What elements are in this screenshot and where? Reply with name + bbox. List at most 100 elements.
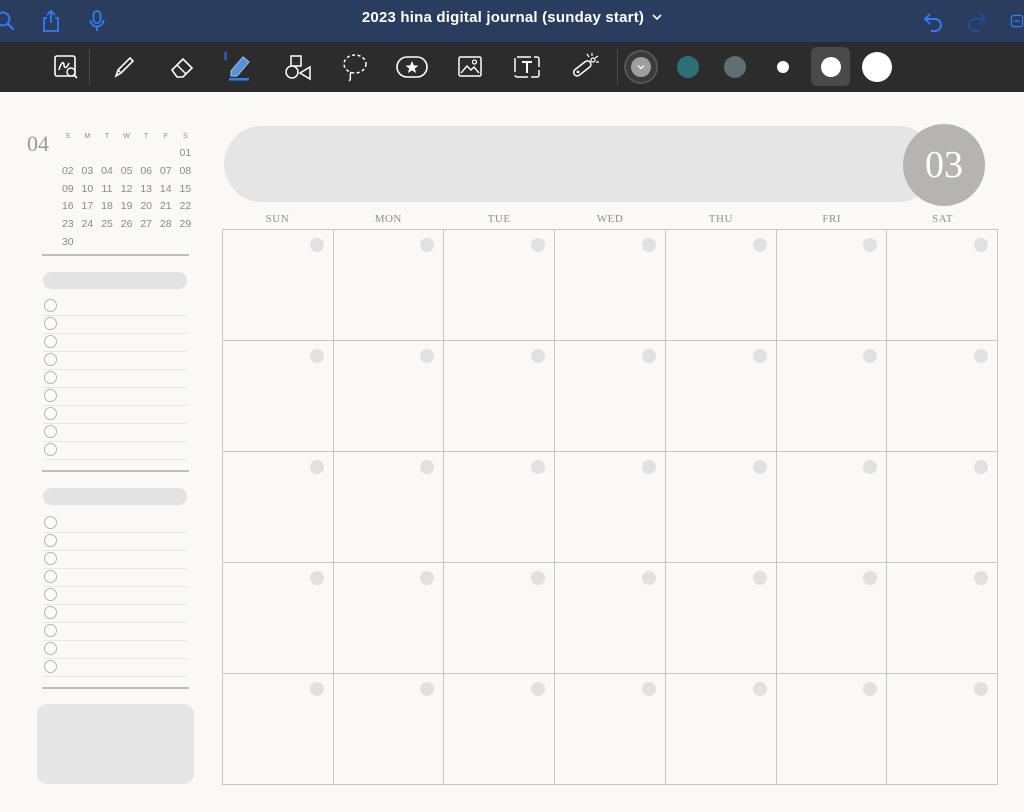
checkbox-circle[interactable]	[44, 642, 57, 655]
calendar-day-cell[interactable]	[555, 230, 666, 341]
calendar-day-cell[interactable]	[887, 230, 998, 341]
checklist-item[interactable]	[43, 568, 187, 587]
calendar-day-cell[interactable]	[887, 674, 998, 785]
stroke-size-small[interactable]	[766, 49, 800, 85]
image-icon[interactable]	[452, 49, 488, 85]
mini-day[interactable]: 22	[176, 198, 196, 216]
calendar-day-cell[interactable]	[887, 341, 998, 452]
checklist-item[interactable]	[43, 369, 187, 388]
checkbox-circle[interactable]	[44, 570, 57, 583]
stroke-size-large[interactable]	[858, 49, 896, 85]
mini-day[interactable]: 01	[176, 145, 196, 163]
calendar-day-cell[interactable]	[665, 341, 777, 452]
mini-day[interactable]: 30	[58, 234, 78, 252]
calendar-day-cell[interactable]	[776, 341, 888, 452]
checklist-item[interactable]	[43, 604, 187, 623]
eraser-icon[interactable]	[164, 49, 200, 85]
lasso-icon[interactable]	[337, 49, 373, 85]
checklist-item[interactable]	[43, 586, 187, 605]
mini-day[interactable]: 07	[156, 163, 176, 181]
checkbox-circle[interactable]	[44, 371, 57, 384]
calendar-day-cell[interactable]	[776, 563, 888, 674]
checklist-item[interactable]	[43, 514, 187, 533]
checkbox-circle[interactable]	[44, 552, 57, 565]
checklist-item[interactable]	[43, 622, 187, 641]
mini-day[interactable]: 27	[136, 216, 156, 234]
notes-box[interactable]	[37, 704, 194, 784]
mini-day[interactable]: 12	[117, 181, 137, 199]
mini-day[interactable]: 08	[176, 163, 196, 181]
checklist-item[interactable]	[43, 423, 187, 442]
redo-icon[interactable]	[965, 8, 991, 34]
checklist-item[interactable]	[43, 333, 187, 352]
color-swatch-teal[interactable]	[677, 56, 699, 78]
mini-day[interactable]: 29	[176, 216, 196, 234]
shapes-icon[interactable]	[280, 49, 316, 85]
checkbox-circle[interactable]	[44, 516, 57, 529]
calendar-day-cell[interactable]	[444, 563, 556, 674]
calendar-day-cell[interactable]	[333, 230, 445, 341]
color-picker-button[interactable]	[624, 50, 658, 84]
highlighter-icon[interactable]	[221, 49, 257, 85]
mini-day[interactable]: 15	[176, 181, 196, 199]
calendar-day-cell[interactable]	[776, 230, 888, 341]
calendar-day-cell[interactable]	[776, 674, 888, 785]
checkbox-circle[interactable]	[44, 299, 57, 312]
mini-day[interactable]: 28	[156, 216, 176, 234]
checklist-item[interactable]	[43, 351, 187, 370]
checkbox-circle[interactable]	[44, 606, 57, 619]
pen-icon[interactable]	[106, 49, 142, 85]
calendar-day-cell[interactable]	[444, 452, 556, 563]
zoom-window-icon[interactable]	[48, 49, 84, 85]
mini-day[interactable]: 05	[117, 163, 137, 181]
calendar-day-cell[interactable]	[444, 674, 556, 785]
checklist-item[interactable]	[43, 387, 187, 406]
calendar-day-cell[interactable]	[665, 230, 777, 341]
mini-day[interactable]: 19	[117, 198, 137, 216]
document-title-menu[interactable]: 2023 hina digital journal (sunday start)	[0, 0, 1024, 34]
checkbox-circle[interactable]	[44, 425, 57, 438]
mini-day[interactable]: 16	[58, 198, 78, 216]
calendar-day-cell[interactable]	[555, 452, 666, 563]
mini-day[interactable]: 09	[58, 181, 78, 199]
checkbox-circle[interactable]	[44, 588, 57, 601]
stroke-size-medium[interactable]	[811, 47, 850, 86]
mini-day[interactable]: 13	[136, 181, 156, 199]
checkbox-circle[interactable]	[44, 335, 57, 348]
calendar-day-cell[interactable]	[223, 341, 334, 452]
mini-day[interactable]: 23	[58, 216, 78, 234]
calendar-day-cell[interactable]	[665, 563, 777, 674]
calendar-day-cell[interactable]	[887, 452, 998, 563]
checklist-item[interactable]	[43, 640, 187, 659]
laser-pointer-icon[interactable]	[566, 49, 602, 85]
checklist-title-field[interactable]	[43, 272, 187, 289]
checklist-item[interactable]	[43, 441, 187, 460]
mini-day[interactable]: 10	[78, 181, 98, 199]
checklist-item[interactable]	[43, 532, 187, 551]
mini-day[interactable]: 21	[156, 198, 176, 216]
mini-day[interactable]: 11	[97, 181, 117, 199]
calendar-day-cell[interactable]	[444, 230, 556, 341]
text-icon[interactable]	[509, 49, 545, 85]
mini-day[interactable]: 26	[117, 216, 137, 234]
undo-icon[interactable]	[919, 8, 945, 34]
mini-day[interactable]: 02	[58, 163, 78, 181]
calendar-day-cell[interactable]	[887, 563, 998, 674]
mini-day[interactable]: 25	[97, 216, 117, 234]
checklist-item[interactable]	[43, 405, 187, 424]
mini-day[interactable]: 20	[136, 198, 156, 216]
page-options-icon[interactable]	[1010, 8, 1024, 34]
mini-day[interactable]: 04	[97, 163, 117, 181]
checklist-title-field[interactable]	[43, 488, 187, 505]
mini-day[interactable]: 03	[78, 163, 98, 181]
calendar-day-cell[interactable]	[333, 452, 445, 563]
checkbox-circle[interactable]	[44, 534, 57, 547]
checkbox-circle[interactable]	[44, 443, 57, 456]
mini-day[interactable]: 18	[97, 198, 117, 216]
color-swatch-slate[interactable]	[724, 56, 746, 78]
calendar-day-cell[interactable]	[444, 341, 556, 452]
calendar-day-cell[interactable]	[223, 674, 334, 785]
calendar-day-cell[interactable]	[223, 563, 334, 674]
calendar-day-cell[interactable]	[333, 341, 445, 452]
calendar-day-cell[interactable]	[223, 230, 334, 341]
